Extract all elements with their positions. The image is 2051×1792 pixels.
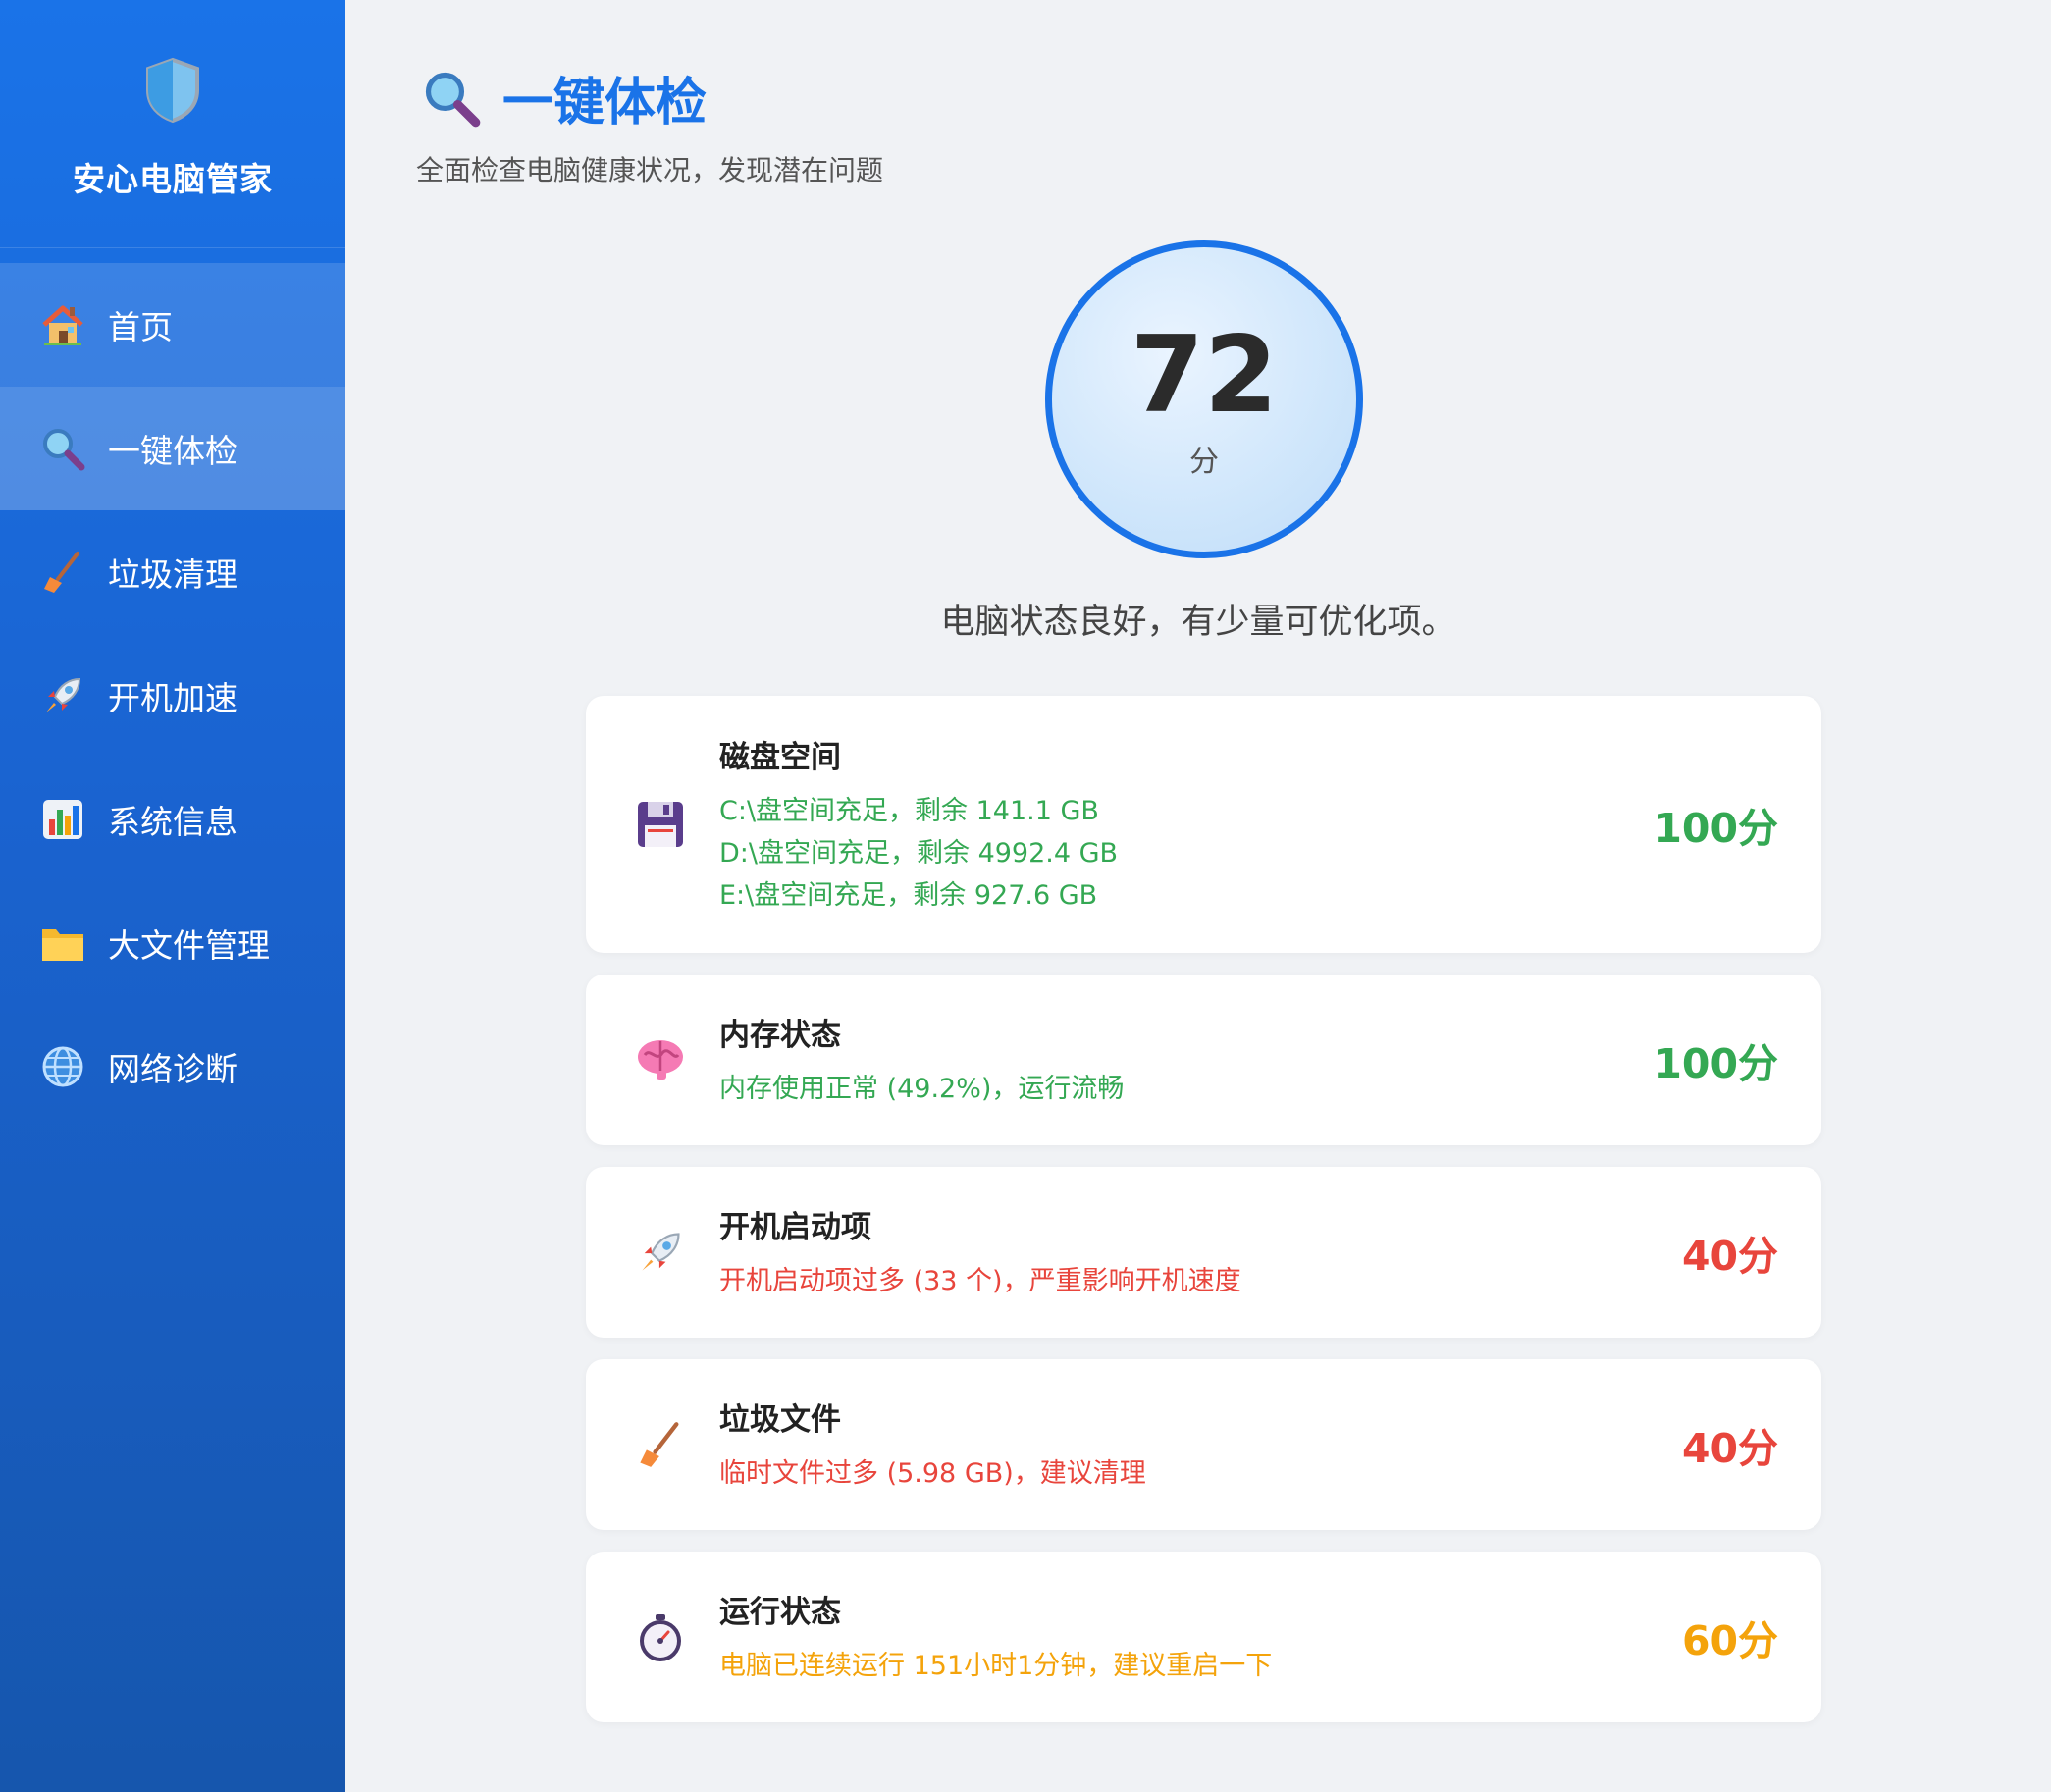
- check-title: 内存状态: [719, 1018, 841, 1053]
- sidebar-item-network[interactable]: 网络诊断: [0, 1005, 345, 1129]
- check-score: 40分: [1681, 1425, 1778, 1472]
- health-score-circle: 72 分: [1045, 240, 1363, 558]
- sidebar-item-label: 首页: [108, 308, 173, 346]
- check-score: 100分: [1654, 805, 1778, 852]
- page-title: 一键体检: [502, 74, 708, 132]
- sidebar-item-cleanup[interactable]: 垃圾清理: [0, 510, 345, 634]
- app-window: 安心电脑管家 首页 一键体检 垃圾清理 开机加速 系统信息 大文件管理 网络诊断…: [0, 0, 2051, 1792]
- check-detail: D:\盘空间充足，剩余 4992.4 GB: [719, 838, 1119, 869]
- check-card-junk: 垃圾文件 临时文件过多 (5.98 GB)，建议清理 40分: [586, 1359, 1821, 1530]
- sidebar-item-label: 开机加速: [108, 679, 237, 717]
- check-score: 40分: [1681, 1233, 1778, 1280]
- check-title: 磁盘空间: [719, 740, 841, 775]
- shield-logo-icon: [146, 57, 199, 124]
- floppy-disk-icon: [633, 797, 688, 852]
- sidebar-item-checkup[interactable]: 一键体检: [0, 387, 345, 510]
- sidebar-item-label: 大文件管理: [108, 926, 270, 965]
- sidebar: 安心电脑管家 首页 一键体检 垃圾清理 开机加速 系统信息 大文件管理 网络诊断: [0, 0, 345, 1792]
- globe-icon: [39, 1043, 86, 1090]
- stopwatch-icon: [633, 1609, 688, 1664]
- check-card-body: 运行状态 电脑已连续运行 151小时1分钟，建议重启一下: [719, 1587, 1682, 1687]
- health-score-summary: 电脑状态良好，有少量可优化项。: [940, 603, 1456, 642]
- sidebar-item-largefiles[interactable]: 大文件管理: [0, 881, 345, 1005]
- check-card-uptime: 运行状态 电脑已连续运行 151小时1分钟，建议重启一下 60分: [586, 1552, 1821, 1722]
- sidebar-item-sysinfo[interactable]: 系统信息: [0, 758, 345, 881]
- check-card-body: 磁盘空间 C:\盘空间充足，剩余 141.1 GB D:\盘空间充足，剩余 49…: [719, 732, 1654, 917]
- page-header: 一键体检: [422, 61, 707, 134]
- health-score-value: 72: [1130, 314, 1279, 437]
- sidebar-item-label: 垃圾清理: [108, 555, 237, 594]
- sidebar-item-home[interactable]: 首页: [0, 263, 345, 387]
- check-card-disk: 磁盘空间 C:\盘空间充足，剩余 141.1 GB D:\盘空间充足，剩余 49…: [586, 696, 1821, 953]
- magnifier-icon: [39, 425, 86, 472]
- check-score: 60分: [1681, 1617, 1778, 1664]
- sidebar-item-label: 网络诊断: [108, 1050, 237, 1088]
- check-detail: 临时文件过多 (5.98 GB)，建议清理: [719, 1458, 1146, 1489]
- app-name: 安心电脑管家: [73, 160, 273, 198]
- check-title: 运行状态: [719, 1595, 841, 1630]
- check-card-body: 开机启动项 开机启动项过多 (33 个)，严重影响开机速度: [719, 1202, 1682, 1302]
- sidebar-item-label: 系统信息: [108, 803, 237, 841]
- check-card-body: 内存状态 内存使用正常 (49.2%)，运行流畅: [719, 1010, 1654, 1110]
- page-subtitle: 全面检查电脑健康状况，发现潜在问题: [416, 154, 884, 186]
- brain-icon: [633, 1032, 688, 1087]
- health-score-unit: 分: [1189, 445, 1219, 479]
- check-results-list: 磁盘空间 C:\盘空间充足，剩余 141.1 GB D:\盘空间充足，剩余 49…: [586, 696, 1821, 1744]
- rocket-icon: [39, 672, 86, 719]
- check-title: 开机启动项: [719, 1210, 871, 1245]
- folder-icon: [39, 920, 86, 967]
- house-icon: [39, 301, 86, 348]
- check-detail: 电脑已连续运行 151小时1分钟，建议重启一下: [719, 1651, 1273, 1681]
- check-score: 100分: [1654, 1040, 1778, 1087]
- check-card-memory: 内存状态 内存使用正常 (49.2%)，运行流畅 100分: [586, 975, 1821, 1145]
- check-detail: 内存使用正常 (49.2%)，运行流畅: [719, 1074, 1125, 1104]
- check-detail: 开机启动项过多 (33 个)，严重影响开机速度: [719, 1266, 1241, 1296]
- brand: 安心电脑管家: [0, 0, 345, 248]
- broom-icon: [39, 549, 86, 596]
- check-card-body: 垃圾文件 临时文件过多 (5.98 GB)，建议清理: [719, 1395, 1682, 1495]
- check-detail: E:\盘空间充足，剩余 927.6 GB: [719, 880, 1098, 911]
- main-content: 一键体检 全面检查电脑健康状况，发现潜在问题 72 分 电脑状态良好，有少量可优…: [345, 0, 2051, 1792]
- sidebar-item-boost[interactable]: 开机加速: [0, 634, 345, 758]
- sidebar-item-label: 一键体检: [108, 432, 237, 470]
- rocket-icon: [633, 1225, 688, 1280]
- bar-chart-icon: [39, 796, 86, 843]
- check-card-startup: 开机启动项 开机启动项过多 (33 个)，严重影响开机速度 40分: [586, 1167, 1821, 1338]
- magnifier-icon: [425, 72, 481, 127]
- sidebar-nav: 首页 一键体检 垃圾清理 开机加速 系统信息 大文件管理 网络诊断: [0, 263, 345, 1129]
- broom-icon: [633, 1417, 688, 1472]
- check-title: 垃圾文件: [719, 1402, 841, 1438]
- check-detail: C:\盘空间充足，剩余 141.1 GB: [719, 796, 1099, 826]
